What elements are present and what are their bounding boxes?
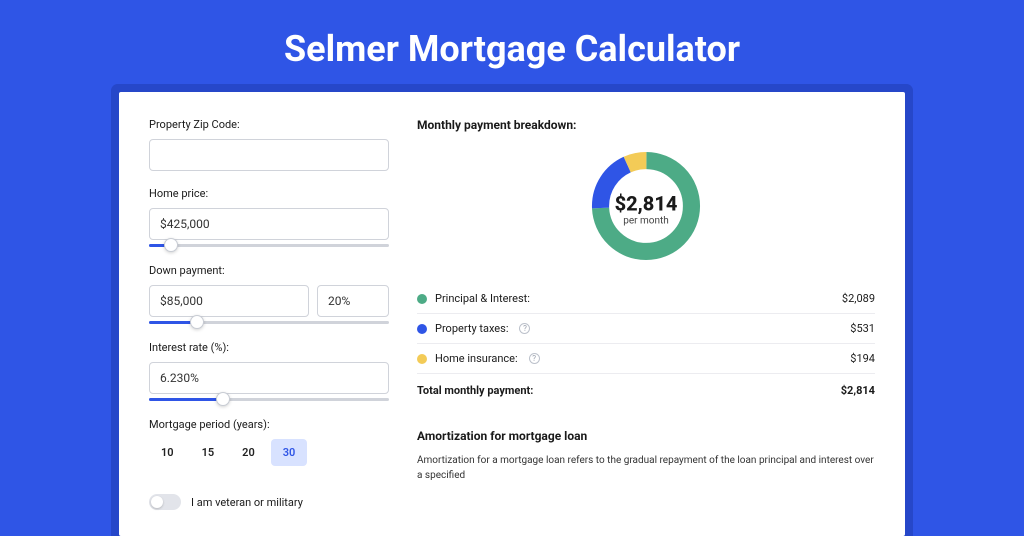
period-option-20[interactable]: 20 (230, 439, 267, 466)
donut-total: $2,814 (615, 192, 678, 216)
legend-value: $2,089 (842, 292, 875, 305)
legend-dot (417, 324, 427, 334)
period-segmented: 10 15 20 30 (149, 439, 389, 466)
down-payment-percent-input[interactable] (317, 285, 389, 317)
home-price-input[interactable] (149, 208, 389, 240)
period-label: Mortgage period (years): (149, 418, 389, 431)
total-label: Total monthly payment: (417, 384, 533, 397)
down-payment-slider[interactable] (149, 321, 389, 325)
home-price-label: Home price: (149, 187, 389, 200)
veteran-toggle[interactable] (149, 494, 181, 510)
home-price-field: Home price: (149, 187, 389, 248)
down-payment-label: Down payment: (149, 264, 389, 277)
legend-row-principal: Principal & Interest: $2,089 (417, 284, 875, 314)
legend-total-row: Total monthly payment: $2,814 (417, 374, 875, 407)
period-option-15[interactable]: 15 (190, 439, 227, 466)
zip-label: Property Zip Code: (149, 118, 389, 131)
breakdown-title: Monthly payment breakdown: (417, 118, 875, 132)
legend-row-insurance: Home insurance: ? $194 (417, 344, 875, 374)
breakdown-panel: Monthly payment breakdown: $2,814 per mo… (417, 118, 875, 510)
donut-chart: $2,814 per month (417, 140, 875, 278)
legend-dot (417, 354, 427, 364)
slider-thumb[interactable] (164, 238, 178, 252)
calculator-card: Property Zip Code: Home price: Down paym… (119, 92, 905, 536)
total-value: $2,814 (841, 384, 875, 397)
amortization-section: Amortization for mortgage loan Amortizat… (417, 429, 875, 483)
period-field: Mortgage period (years): 10 15 20 30 (149, 418, 389, 466)
veteran-row: I am veteran or military (149, 494, 389, 510)
interest-slider[interactable] (149, 398, 389, 402)
down-payment-field: Down payment: (149, 264, 389, 325)
amortization-title: Amortization for mortgage loan (417, 429, 875, 443)
legend-value: $194 (850, 352, 875, 365)
veteran-label: I am veteran or military (191, 496, 303, 509)
period-option-10[interactable]: 10 (149, 439, 186, 466)
zip-field: Property Zip Code: (149, 118, 389, 171)
interest-field: Interest rate (%): (149, 341, 389, 402)
form-panel: Property Zip Code: Home price: Down paym… (149, 118, 389, 510)
donut-center: $2,814 per month (615, 192, 678, 227)
legend-label: Property taxes: (435, 322, 508, 335)
legend-value: $531 (850, 322, 875, 335)
home-price-slider[interactable] (149, 244, 389, 248)
zip-input[interactable] (149, 139, 389, 171)
interest-input[interactable] (149, 362, 389, 394)
info-icon[interactable]: ? (519, 323, 530, 334)
legend: Principal & Interest: $2,089 Property ta… (417, 284, 875, 407)
legend-row-taxes: Property taxes: ? $531 (417, 314, 875, 344)
amortization-text: Amortization for a mortgage loan refers … (417, 453, 875, 483)
legend-label: Home insurance: (435, 352, 518, 365)
slider-thumb[interactable] (216, 392, 230, 406)
legend-dot (417, 294, 427, 304)
slider-thumb[interactable] (190, 315, 204, 329)
info-icon[interactable]: ? (529, 353, 540, 364)
donut-subtext: per month (615, 216, 678, 227)
period-option-30[interactable]: 30 (271, 439, 308, 466)
legend-label: Principal & Interest: (435, 292, 530, 305)
interest-label: Interest rate (%): (149, 341, 389, 354)
down-payment-amount-input[interactable] (149, 285, 309, 317)
page-title: Selmer Mortgage Calculator (0, 0, 1024, 92)
